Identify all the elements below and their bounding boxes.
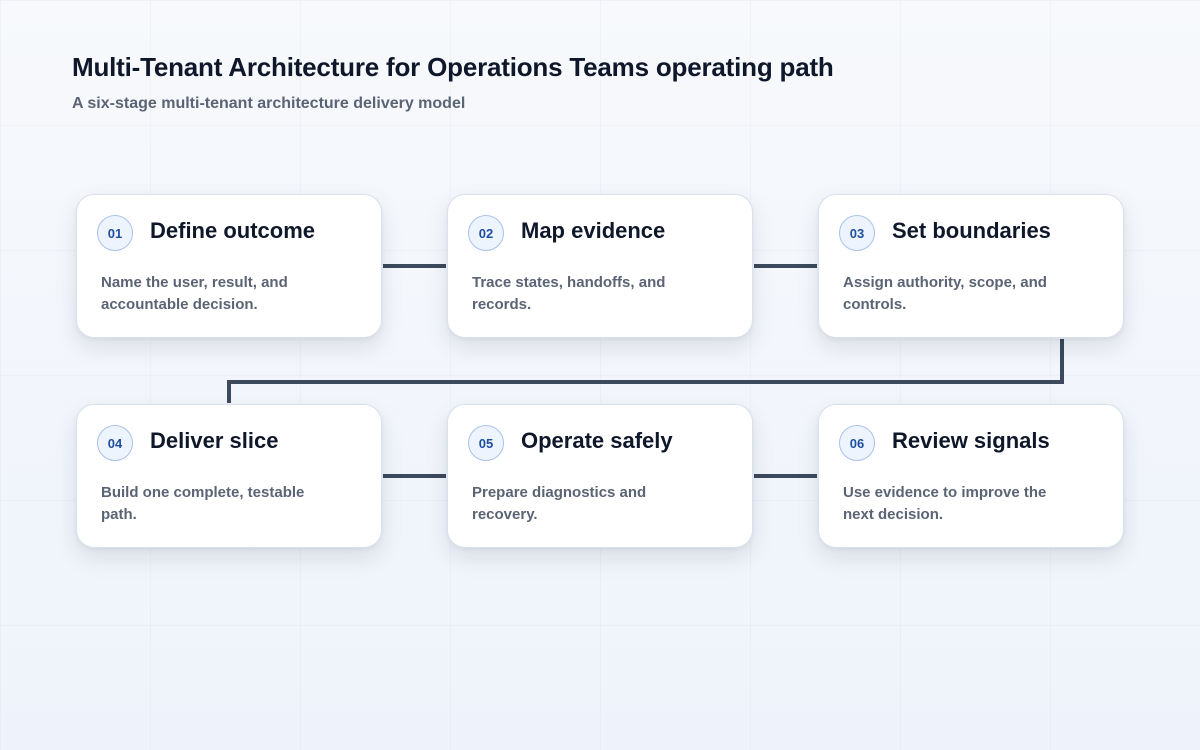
stage-number-badge: 05	[468, 425, 504, 461]
stage-card-map-evidence[interactable]: 02 Map evidence Trace states, handoffs, …	[447, 194, 753, 338]
stage-description: Use evidence to improve the next decisio…	[843, 484, 1047, 523]
stage-number-badge: 06	[839, 425, 875, 461]
stage-card-set-boundaries[interactable]: 03 Set boundaries Assign authority, scop…	[818, 194, 1124, 338]
stage-description: Trace states, handoffs, and records.	[472, 274, 666, 313]
connector-03-04	[227, 339, 1064, 403]
stage-number-badge: 04	[97, 425, 133, 461]
stage-title: Set boundaries	[892, 218, 1051, 243]
stage-description: Name the user, result, and accountable d…	[101, 274, 288, 313]
stage-number-badge: 02	[468, 215, 504, 251]
stage-card-review-signals[interactable]: 06 Review signals Use evidence to improv…	[818, 404, 1124, 548]
stage-card-deliver-slice[interactable]: 04 Deliver slice Build one complete, tes…	[76, 404, 382, 548]
stage-title: Review signals	[892, 428, 1050, 453]
stage-title: Operate safely	[521, 428, 673, 453]
page-title: Multi-Tenant Architecture for Operations…	[72, 52, 834, 82]
stage-title: Define outcome	[150, 218, 316, 243]
stage-card-operate-safely[interactable]: 05 Operate safely Prepare diagnostics an…	[447, 404, 753, 548]
stage-description: Assign authority, scope, and controls.	[843, 274, 1047, 313]
stage-title: Deliver slice	[150, 428, 279, 453]
page-subtitle: A six-stage multi-tenant architecture de…	[72, 95, 466, 112]
stage-number-badge: 01	[97, 215, 133, 251]
stage-number-badge: 03	[839, 215, 875, 251]
stage-card-define-outcome[interactable]: 01 Define outcome Name the user, result,…	[76, 194, 382, 338]
stage-title: Map evidence	[521, 218, 666, 243]
stage-description: Build one complete, testable path.	[101, 484, 305, 523]
stage-description: Prepare diagnostics and recovery.	[472, 484, 647, 523]
